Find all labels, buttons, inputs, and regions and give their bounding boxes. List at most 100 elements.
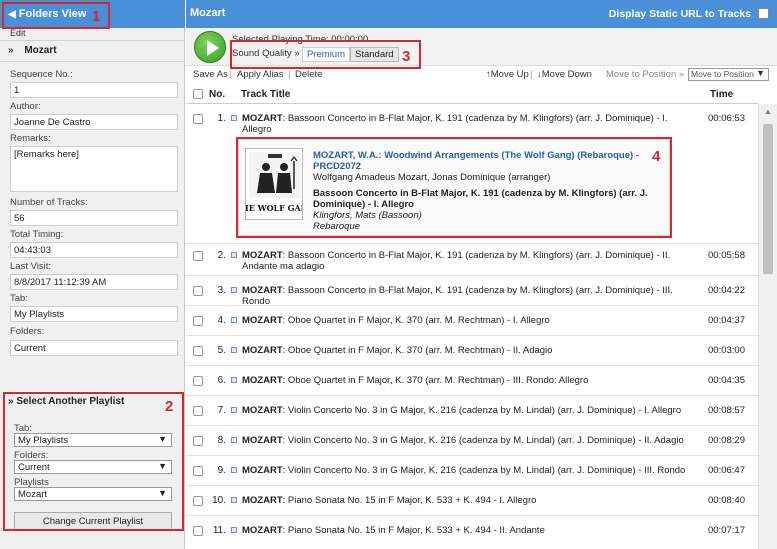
table-row[interactable]: 6. MOZART: Oboe Quartet in F Major, K. 3…: [186, 366, 758, 396]
track-title[interactable]: MOZART: Bassoon Concerto in B-Flat Major…: [242, 250, 697, 272]
track-title[interactable]: MOZART: Piano Sonata No. 15 in F Major, …: [242, 495, 697, 506]
track-detail-panel: THE WOLF GANG MOZART, W.A.: Woodwind Arr…: [238, 139, 670, 236]
row-checkbox[interactable]: [193, 346, 203, 356]
table-row[interactable]: 4. MOZART: Oboe Quartet in F Major, K. 3…: [186, 306, 758, 336]
track-title-text: : Violin Concerto No. 3 in G Major, K. 2…: [282, 435, 684, 446]
album-cover[interactable]: THE WOLF GANG: [245, 148, 303, 220]
save-as-button[interactable]: Save As: [193, 69, 228, 80]
row-checkbox[interactable]: [193, 376, 203, 386]
folders-select[interactable]: Current ▼: [14, 460, 172, 474]
track-title[interactable]: MOZART: Oboe Quartet in F Major, K. 370 …: [242, 315, 697, 326]
select-all-checkbox[interactable]: [193, 89, 203, 99]
num-tracks-field: 56: [10, 210, 178, 226]
table-row[interactable]: 8. MOZART: Violin Concerto No. 3 in G Ma…: [186, 426, 758, 456]
track-title[interactable]: MOZART: Oboe Quartet in F Major, K. 370 …: [242, 345, 697, 356]
expand-icon[interactable]: [231, 527, 237, 533]
select-another-label: Select Another Playlist: [16, 396, 125, 407]
row-checkbox[interactable]: [193, 496, 203, 506]
play-button[interactable]: [194, 31, 226, 63]
playlists-select[interactable]: Mozart ▼: [14, 487, 172, 501]
premium-quality-button[interactable]: Premium: [302, 47, 351, 62]
dropdown-arrow-icon: ▼: [756, 68, 765, 78]
track-composer: MOZART: [242, 345, 283, 356]
expand-icon[interactable]: [231, 437, 237, 443]
row-checkbox[interactable]: [193, 436, 203, 446]
move-to-position-select[interactable]: Move to Position ▼: [688, 68, 769, 81]
sequence-field[interactable]: 1: [10, 82, 178, 98]
scroll-up-icon[interactable]: ▲: [764, 107, 772, 116]
expand-icon[interactable]: [231, 115, 237, 121]
track-time: 00:07:17: [708, 525, 745, 536]
row-checkbox[interactable]: [193, 526, 203, 536]
table-row[interactable]: 10. MOZART: Piano Sonata No. 15 in F Maj…: [186, 486, 758, 516]
row-number: 9.: [217, 465, 226, 476]
remarks-field[interactable]: [Remarks here]: [10, 146, 178, 192]
row-number: 11.: [212, 525, 226, 536]
track-title[interactable]: MOZART: Violin Concerto No. 3 in G Major…: [242, 465, 697, 476]
track-toolbar: Save As | Apply Alias | Delete ↑Move Up …: [186, 66, 777, 84]
row-checkbox[interactable]: [193, 114, 203, 124]
tab-label: Tab:: [10, 293, 28, 304]
move-down-button[interactable]: ↓Move Down: [537, 69, 592, 80]
row-number: 2.: [217, 250, 226, 261]
row-checkbox[interactable]: [193, 251, 203, 261]
row-number: 5.: [217, 345, 226, 356]
folders-view-label: Folders View: [18, 8, 87, 20]
vertical-scrollbar[interactable]: ▲: [758, 104, 777, 549]
track-title[interactable]: MOZART: Piano Sonata No. 15 in F Major, …: [242, 525, 697, 536]
dropdown-arrow-icon: ▼: [158, 461, 167, 471]
track-title[interactable]: MOZART: Violin Concerto No. 3 in G Major…: [242, 435, 697, 446]
expand-icon[interactable]: [231, 317, 237, 323]
row-checkbox[interactable]: [193, 316, 203, 326]
track-title-text: : Oboe Quartet in F Major, K. 370 (arr. …: [282, 315, 550, 326]
track-composer: MOZART: [242, 465, 283, 476]
table-row[interactable]: 11. MOZART: Piano Sonata No. 15 in F Maj…: [186, 516, 758, 549]
static-url-checkbox[interactable]: [758, 8, 769, 19]
edit-link[interactable]: Edit: [10, 28, 26, 38]
expand-icon[interactable]: [231, 252, 237, 258]
row-checkbox[interactable]: [193, 286, 203, 296]
table-row[interactable]: 3. MOZART: Bassoon Concerto in B-Flat Ma…: [186, 276, 758, 307]
expand-icon[interactable]: [231, 347, 237, 353]
table-row[interactable]: 7. MOZART: Violin Concerto No. 3 in G Ma…: [186, 396, 758, 426]
playlist-name: Mozart: [24, 45, 57, 56]
track-title[interactable]: MOZART: Bassoon Concerto in B-Flat Major…: [242, 113, 697, 135]
author-label: Author:: [10, 101, 41, 112]
scrollbar-thumb[interactable]: [763, 124, 773, 274]
playlist-title: Mozart: [190, 7, 226, 19]
expand-icon[interactable]: [231, 497, 237, 503]
expand-icon[interactable]: [231, 467, 237, 473]
dropdown-arrow-icon: ▼: [158, 434, 167, 444]
tab-select[interactable]: My Playlists ▼: [14, 433, 172, 447]
row-number: 6.: [217, 375, 226, 386]
right-panel: Mozart Display Static URL to Tracks Sele…: [186, 0, 777, 549]
table-row[interactable]: 5. MOZART: Oboe Quartet in F Major, K. 3…: [186, 336, 758, 366]
row-number: 1.: [217, 113, 226, 124]
track-title-text: : Violin Concerto No. 3 in G Major, K. 2…: [282, 465, 686, 476]
move-up-button[interactable]: ↑Move Up: [486, 69, 529, 80]
svg-text:THE WOLF GANG: THE WOLF GANG: [246, 203, 303, 213]
right-header: Mozart Display Static URL to Tracks: [186, 0, 777, 28]
delete-button[interactable]: Delete: [295, 69, 322, 80]
apply-alias-button[interactable]: Apply Alias: [237, 69, 283, 80]
track-table-header: No. Track Title Time: [186, 84, 758, 104]
toolbar-divider: |: [288, 69, 291, 80]
annotation-number-3: 3: [402, 48, 411, 65]
change-playlist-button[interactable]: Change Current Playlist: [14, 512, 172, 530]
row-checkbox[interactable]: [193, 406, 203, 416]
expand-icon[interactable]: [231, 287, 237, 293]
expand-icon[interactable]: [231, 377, 237, 383]
track-title[interactable]: MOZART: Bassoon Concerto in B-Flat Major…: [242, 285, 697, 307]
album-link[interactable]: MOZART, W.A.: Woodwind Arrangements (The…: [313, 150, 653, 172]
expand-icon[interactable]: [231, 407, 237, 413]
table-row[interactable]: 2. MOZART: Bassoon Concerto in B-Flat Ma…: [186, 244, 758, 276]
track-title-text: : Bassoon Concerto in B-Flat Major, K. 1…: [242, 285, 673, 307]
author-field[interactable]: Joanne De Castro: [10, 114, 178, 130]
track-time: 00:03:00: [708, 345, 745, 356]
row-checkbox[interactable]: [193, 466, 203, 476]
table-row[interactable]: 9. MOZART: Violin Concerto No. 3 in G Ma…: [186, 456, 758, 486]
standard-quality-button[interactable]: Standard: [350, 47, 399, 62]
col-header-time: Time: [710, 89, 734, 100]
track-title[interactable]: MOZART: Oboe Quartet in F Major, K. 370 …: [242, 375, 697, 386]
track-title[interactable]: MOZART: Violin Concerto No. 3 in G Major…: [242, 405, 697, 416]
